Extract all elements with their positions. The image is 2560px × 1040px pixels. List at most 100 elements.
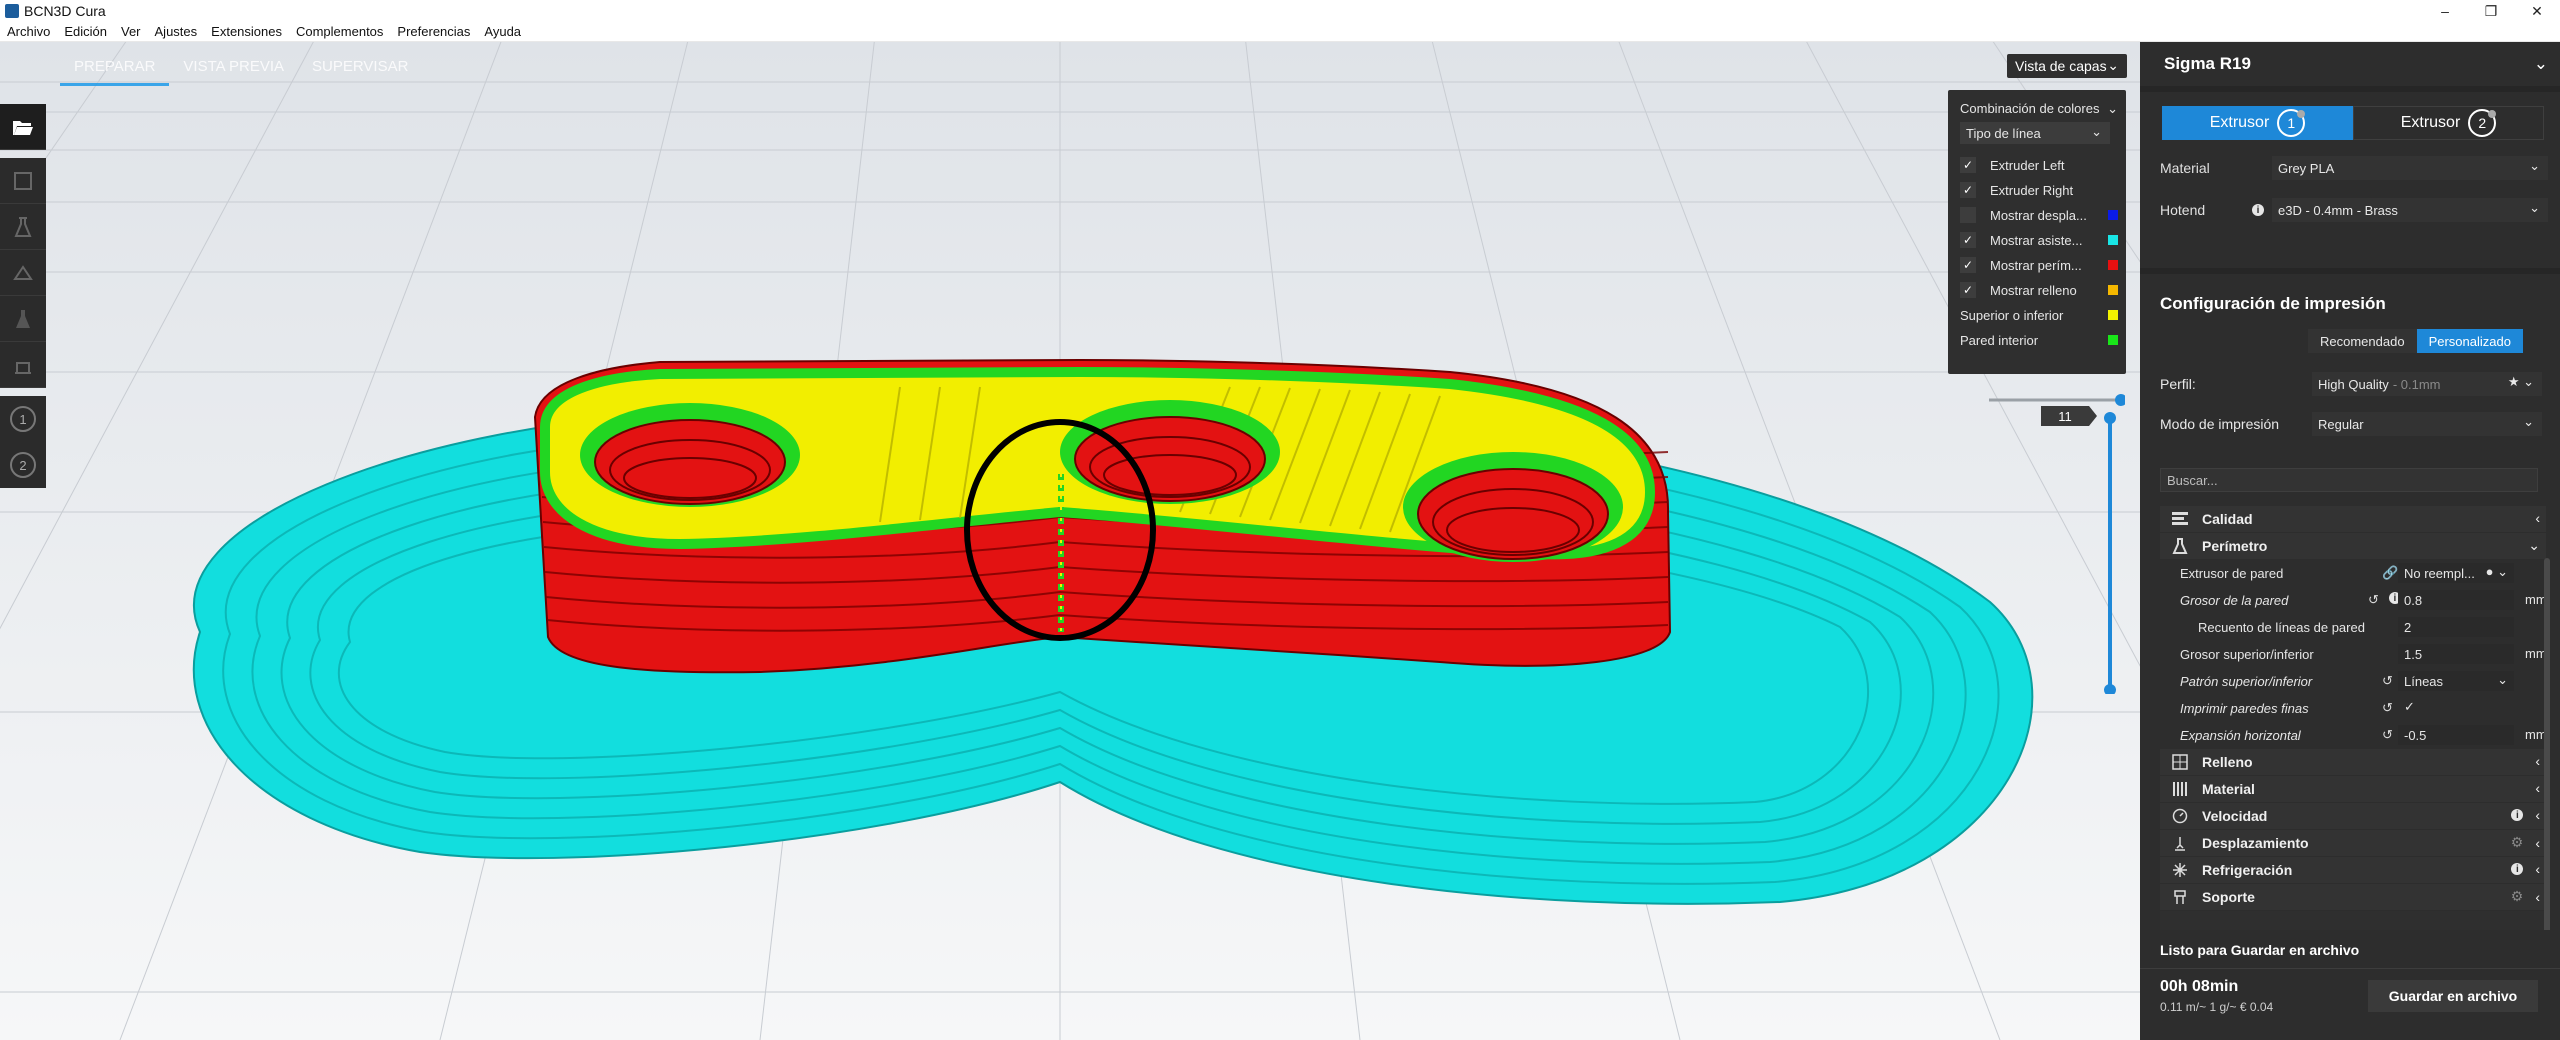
checkbox-icon[interactable]: [1960, 207, 1976, 223]
rotate-tool-button[interactable]: [0, 250, 46, 296]
color-scheme-header[interactable]: Combinación de colores ⌄: [1960, 101, 2118, 116]
3d-viewport[interactable]: PREPARAR VISTA PREVIA SUPERVISAR Vista d…: [0, 42, 2140, 1040]
custom-mode-button[interactable]: Personalizado: [2416, 329, 2523, 353]
recommended-mode-button[interactable]: Recomendado: [2308, 329, 2417, 353]
category-perimetro[interactable]: Perímetro ⌄: [2160, 533, 2546, 559]
tab-extruder-2[interactable]: Extrusor 2: [2353, 106, 2544, 140]
menu-ayuda[interactable]: Ayuda: [477, 24, 528, 39]
category-calidad[interactable]: Calidad ‹: [2160, 506, 2546, 532]
extruder-2-button[interactable]: 2: [0, 442, 46, 488]
tab-vista-previa[interactable]: VISTA PREVIA: [169, 50, 298, 86]
gear-icon[interactable]: ⚙: [2511, 888, 2524, 905]
extruder-1-icon: 1: [2277, 109, 2306, 137]
print-mode-dropdown[interactable]: Regular ⌄: [2312, 412, 2542, 436]
scale-tool-button[interactable]: [0, 204, 46, 250]
view-type-dropdown[interactable]: Vista de capas ⌄: [2007, 54, 2127, 78]
material-dropdown[interactable]: Grey PLA ⌄: [2272, 156, 2548, 180]
legend-helpers[interactable]: ✓ Mostrar asiste...: [1960, 229, 2118, 251]
layer-slider-h-handle[interactable]: [2115, 394, 2125, 406]
printer-selector[interactable]: Sigma R19 ⌄: [2140, 42, 2560, 86]
menu-preferencias[interactable]: Preferencias: [390, 24, 477, 39]
move-tool-button[interactable]: [0, 158, 46, 204]
profile-row: Perfil: High Quality - 0.1mm ★ ⌄: [2160, 372, 2548, 396]
hole-middle: [1060, 400, 1280, 504]
reset-icon[interactable]: ↺: [2382, 727, 2393, 743]
setting-value: Líneas: [2404, 673, 2444, 689]
menu-edicion[interactable]: Edición: [57, 24, 114, 39]
reset-icon[interactable]: ↺: [2368, 592, 2379, 608]
category-desplazamiento[interactable]: Desplazamiento ⚙ ‹: [2160, 830, 2546, 856]
layer-slider[interactable]: 11: [1985, 394, 2125, 694]
swatch-shell: [2108, 260, 2118, 270]
tab-preparar[interactable]: PREPARAR: [60, 50, 170, 86]
mirror-tool-button[interactable]: [0, 296, 46, 342]
menu-ajustes[interactable]: Ajustes: [148, 24, 205, 39]
menu-bar: Archivo Edición Ver Ajustes Extensiones …: [0, 22, 2560, 42]
legend-travels[interactable]: Mostrar despla...: [1960, 204, 2118, 226]
legend-top-bottom: Superior o inferior: [1960, 304, 2118, 326]
checkbox-icon[interactable]: ✓: [1960, 157, 1976, 173]
minimize-button[interactable]: –: [2422, 0, 2468, 22]
print-mode-label: Modo de impresión: [2160, 416, 2280, 432]
hotend-dropdown[interactable]: e3D - 0.4mm - Brass ⌄: [2272, 198, 2548, 222]
setting-top-bottom-thickness: Grosor superior/inferior 1.5 mm: [2160, 641, 2546, 667]
profile-layer-height: - 0.1mm: [2392, 376, 2441, 392]
maximize-button[interactable]: ❐: [2468, 0, 2514, 22]
top-bottom-thickness-input[interactable]: 1.5: [2398, 644, 2514, 664]
menu-archivo[interactable]: Archivo: [0, 24, 57, 39]
tab-supervisar[interactable]: SUPERVISAR: [298, 50, 422, 86]
checkbox-icon[interactable]: ✓: [1960, 257, 1976, 273]
chevron-left-icon: ‹: [2535, 834, 2540, 851]
category-soporte[interactable]: Soporte ⚙ ‹: [2160, 884, 2546, 910]
horizontal-expansion-input[interactable]: -0.5: [2398, 725, 2514, 745]
category-relleno[interactable]: Relleno ‹: [2160, 749, 2546, 775]
legend-shell[interactable]: ✓ Mostrar perím...: [1960, 254, 2118, 276]
checkbox-icon[interactable]: ✓: [1960, 282, 1976, 298]
legend-extruder-left[interactable]: ✓ Extruder Left: [1960, 154, 2118, 176]
scrollbar-thumb[interactable]: [2544, 558, 2550, 938]
legend-infill[interactable]: ✓ Mostrar relleno: [1960, 279, 2118, 301]
save-to-file-button[interactable]: Guardar en archivo: [2368, 980, 2538, 1012]
category-refrigeracion[interactable]: Refrigeración i ‹: [2160, 857, 2546, 883]
category-velocidad[interactable]: Velocidad i ‹: [2160, 803, 2546, 829]
top-bottom-pattern-dropdown[interactable]: Líneas ⌄: [2398, 671, 2514, 691]
swatch-inner-wall: [2108, 335, 2118, 345]
settings-scrollbar[interactable]: [2544, 506, 2550, 966]
chevron-down-icon: ● ⌄: [2485, 564, 2508, 579]
layer-slider-top-handle[interactable]: [2104, 412, 2116, 424]
settings-search-input[interactable]: Buscar...: [2160, 468, 2538, 492]
layer-number[interactable]: 11: [2058, 409, 2072, 424]
setting-horizontal-expansion: Expansión horizontal ↺ -0.5 mm: [2160, 722, 2546, 748]
menu-ver[interactable]: Ver: [114, 24, 148, 39]
extruder-1-button[interactable]: 1: [0, 396, 46, 442]
chevron-left-icon: ‹: [2535, 888, 2540, 905]
profile-dropdown[interactable]: High Quality - 0.1mm ★ ⌄: [2312, 372, 2542, 396]
setting-unit: mm: [2525, 592, 2546, 607]
setting-value: No reempl...: [2404, 565, 2475, 581]
legend-extruder-right[interactable]: ✓ Extruder Right: [1960, 179, 2118, 201]
open-file-button[interactable]: [0, 104, 46, 150]
info-icon[interactable]: i: [2511, 863, 2524, 875]
close-button[interactable]: ✕: [2514, 0, 2560, 22]
wall-line-count-input[interactable]: 2: [2398, 617, 2514, 637]
line-type-dropdown[interactable]: Tipo de línea ⌄: [1960, 122, 2110, 144]
menu-complementos[interactable]: Complementos: [289, 24, 390, 39]
checkbox-icon[interactable]: ✓: [1960, 232, 1976, 248]
wall-extruder-dropdown[interactable]: No reempl... ● ⌄: [2398, 563, 2514, 583]
reset-icon[interactable]: ↺: [2382, 700, 2393, 716]
info-icon[interactable]: i: [2511, 809, 2524, 821]
checkbox-icon[interactable]: ✓: [2404, 699, 2415, 715]
reset-icon[interactable]: ↺: [2382, 673, 2393, 689]
swatch-travels: [2108, 210, 2118, 220]
material-value: Grey PLA: [2278, 160, 2335, 176]
support-blocker-button[interactable]: [0, 342, 46, 388]
checkbox-icon[interactable]: ✓: [1960, 182, 1976, 198]
settings-list: Calidad ‹ Perímetro ⌄ Extrusor de pared …: [2160, 506, 2546, 966]
tab-extruder-1[interactable]: Extrusor 1: [2162, 106, 2353, 140]
layer-slider-bottom-handle[interactable]: [2104, 684, 2116, 694]
gear-icon[interactable]: ⚙: [2511, 834, 2524, 851]
info-icon[interactable]: i: [2252, 204, 2264, 216]
wall-thickness-input[interactable]: 0.8: [2398, 590, 2514, 610]
menu-extensiones[interactable]: Extensiones: [204, 24, 289, 39]
category-material[interactable]: Material ‹: [2160, 776, 2546, 802]
